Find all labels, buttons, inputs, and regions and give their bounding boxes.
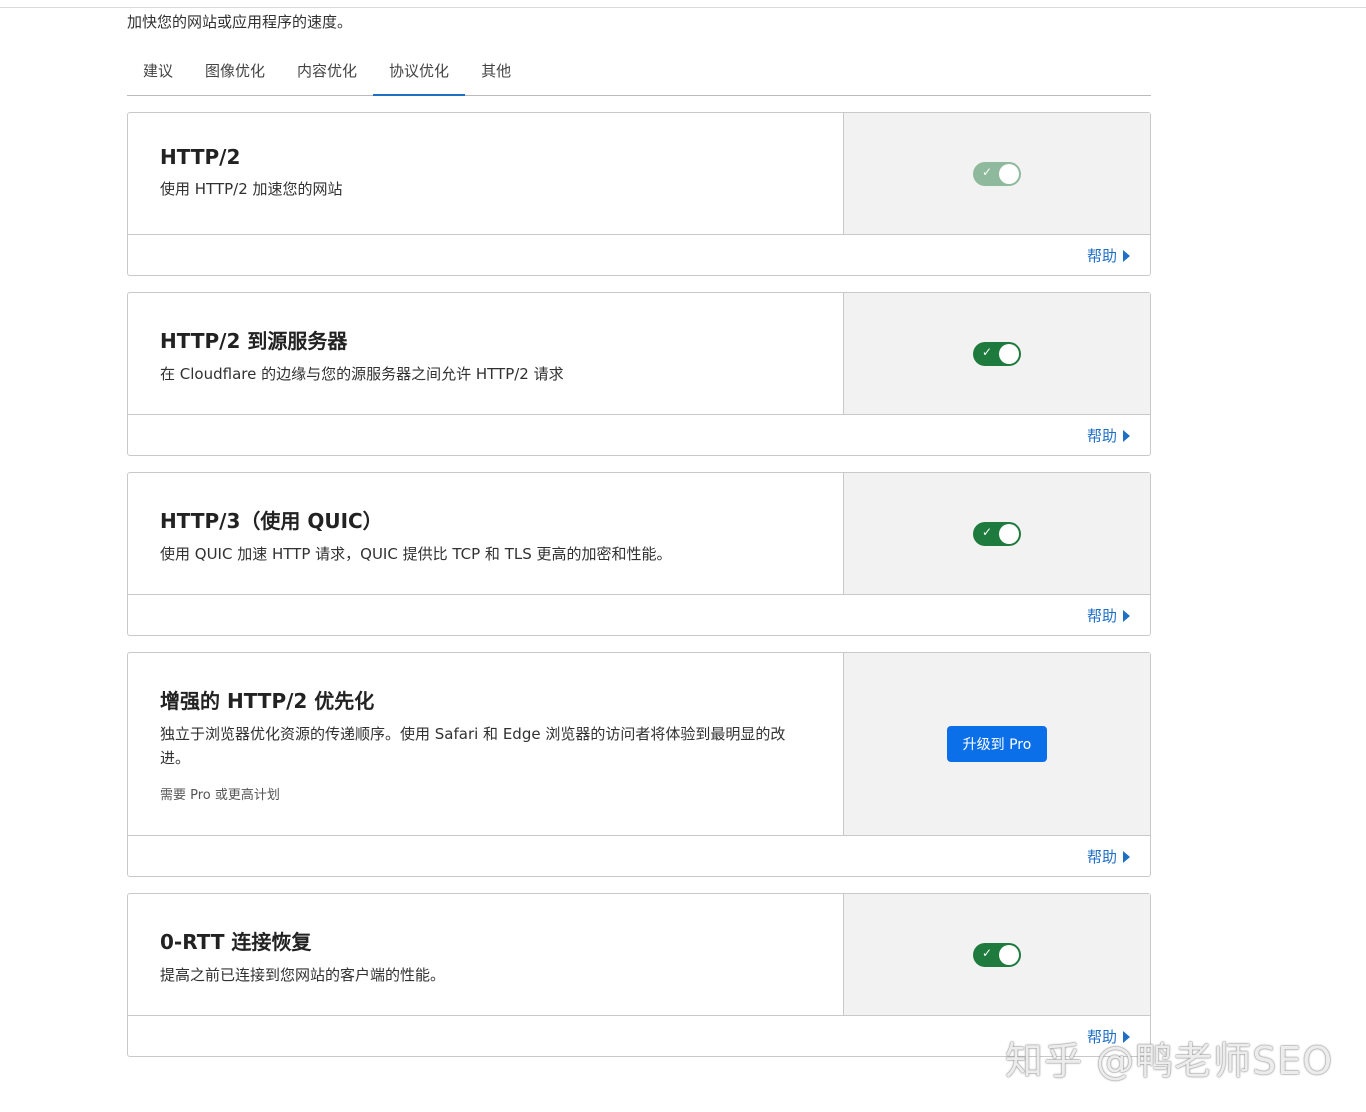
page-subtitle: 加快您的网站或应用程序的速度。 <box>127 13 353 31</box>
setting-card-http3: HTTP/3（使用 QUIC） 使用 QUIC 加速 HTTP 请求，QUIC 提… <box>127 472 1151 636</box>
http2-origin-toggle[interactable]: ✓ <box>973 341 1021 366</box>
setting-card-http2-origin: HTTP/2 到源服务器在 Cloudflare 的边缘与您的源服务器之间允许 … <box>127 292 1151 456</box>
tab-bar: 建议 图像优化 内容优化 协议优化 其他 <box>127 50 1151 96</box>
setting-card-0rtt: 0-RTT 连接恢复 提高之前已连接到您网站的客户端的性能。 ✓ 帮助 <box>127 893 1151 1057</box>
check-icon: ✓ <box>982 524 993 539</box>
upgrade-to-pro-button[interactable]: 升级到 Pro <box>946 726 1048 762</box>
setting-title: HTTP/2 <box>160 145 241 169</box>
setting-description: 使用 HTTP/2 加速您的网站 <box>160 180 343 198</box>
http2-toggle[interactable]: ✓ <box>973 161 1021 186</box>
check-icon: ✓ <box>982 164 993 179</box>
help-link[interactable]: 帮助 <box>1087 425 1130 446</box>
watermark: 知乎 @鸭老师SEO <box>1005 1039 1334 1083</box>
tab-other[interactable]: 其他 <box>465 50 527 94</box>
setting-description: 在 Cloudflare 的边缘与您的源服务器之间允许 HTTP/2 请求 <box>160 365 564 383</box>
check-icon: ✓ <box>982 344 993 359</box>
help-link[interactable]: 帮助 <box>1087 846 1130 867</box>
setting-card-http2-prioritization: 增强的 HTTP/2 优先化独立于浏览器优化资源的传递顺序。使用 Safari … <box>127 652 1151 877</box>
0rtt-toggle[interactable]: ✓ <box>973 942 1021 967</box>
setting-card-http2: HTTP/2 使用 HTTP/2 加速您的网站 ✓ 帮助 <box>127 112 1151 276</box>
plan-requirement: 需要 Pro 或更高计划 <box>160 788 280 803</box>
check-icon: ✓ <box>982 945 993 960</box>
setting-title: 0-RTT 连接恢复 <box>160 930 312 954</box>
tab-content-optimization[interactable]: 内容优化 <box>281 50 373 94</box>
tab-recommendations[interactable]: 建议 <box>127 50 189 94</box>
setting-title: HTTP/3（使用 QUIC） <box>160 509 383 533</box>
help-link[interactable]: 帮助 <box>1087 605 1130 626</box>
help-link[interactable]: 帮助 <box>1087 245 1130 266</box>
setting-title: HTTP/2 到源服务器 <box>160 329 348 353</box>
tab-protocol-optimization[interactable]: 协议优化 <box>373 50 466 96</box>
setting-description: 独立于浏览器优化资源的传递顺序。使用 Safari 和 Edge 浏览器的访问者… <box>160 725 786 767</box>
setting-description: 提高之前已连接到您网站的客户端的性能。 <box>160 966 446 984</box>
tab-image-optimization[interactable]: 图像优化 <box>189 50 281 94</box>
top-divider <box>0 7 1366 8</box>
setting-title: 增强的 HTTP/2 优先化 <box>160 689 375 713</box>
setting-description: 使用 QUIC 加速 HTTP 请求，QUIC 提供比 TCP 和 TLS 更高… <box>160 545 672 563</box>
http3-toggle[interactable]: ✓ <box>973 521 1021 546</box>
